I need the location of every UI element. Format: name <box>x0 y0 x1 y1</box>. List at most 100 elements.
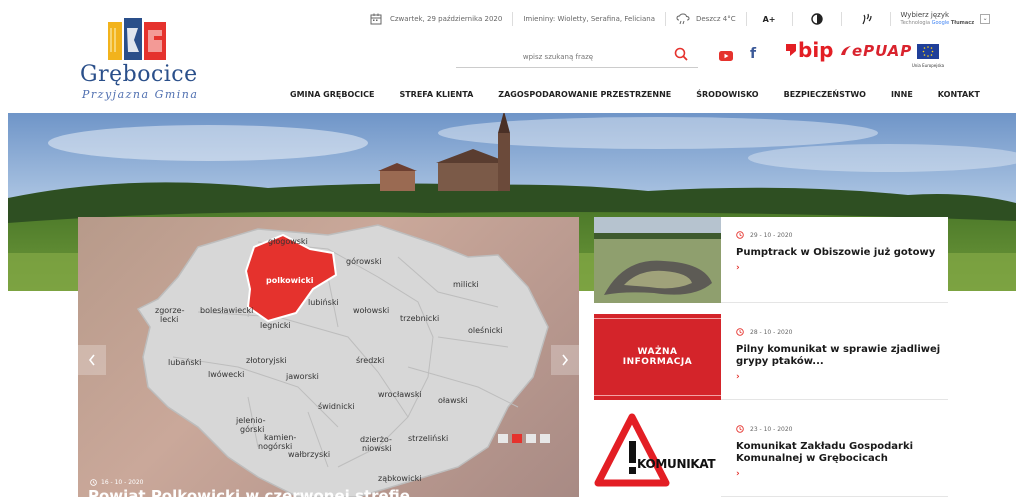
map-label-polkowicki: polkowicki <box>266 276 314 285</box>
slider-dot-4[interactable] <box>540 434 550 443</box>
chevron-right-icon[interactable]: › <box>736 372 740 382</box>
google-brand: Google <box>931 20 950 26</box>
slider-prev-button[interactable] <box>78 345 106 375</box>
rain-cloud-icon <box>676 13 690 25</box>
slider-dot-3[interactable] <box>526 434 536 443</box>
slider-pagination <box>498 434 550 443</box>
map-label-kamiennogorski-1: kamien- <box>264 433 296 442</box>
nameday-text: Imieniny: Wioletty, Serafina, Feliciana <box>523 15 655 23</box>
youtube-icon[interactable] <box>719 51 733 61</box>
tlumacz-brand: Tłumacz <box>950 20 975 26</box>
epuap-text: ePUAP <box>852 42 913 60</box>
news-slider[interactable]: głogowski górowski polkowicki milicki zg… <box>78 217 579 497</box>
slide-date-text: 16 - 10 - 2020 <box>101 479 144 486</box>
nav-item-zagospodarowanie[interactable]: ZAGOSPODAROWANIE PRZESTRZENNE <box>498 90 671 99</box>
contrast-icon[interactable] <box>810 13 823 25</box>
facebook-icon[interactable]: f <box>750 46 756 62</box>
map-label-strzelinski: strzeliński <box>408 434 448 443</box>
news-title[interactable]: Pumptrack w Obiszowie już gotowy <box>736 247 941 259</box>
nav-item-srodowisko[interactable]: ŚRODOWISKO <box>696 90 758 99</box>
map-label-glogowski: głogowski <box>268 237 308 246</box>
map-label-dzierzoniowski-2: niowski <box>362 444 392 453</box>
search-box <box>456 44 698 68</box>
news-date-text: 29 - 10 - 2020 <box>750 231 793 239</box>
map-label-lwowecki: lwówecki <box>208 369 244 379</box>
news-date: 28 - 10 - 2020 <box>736 328 793 336</box>
nav-item-inne[interactable]: INNE <box>891 90 913 99</box>
news-item[interactable]: KOMUNIKAT 23 - 10 - 2020 Komunikat Zakła… <box>594 411 948 497</box>
eu-logo: Unia Europejska <box>908 44 948 68</box>
news-item[interactable]: WAŻNA INFORMACJA 28 - 10 - 2020 Pilny ko… <box>594 314 948 400</box>
language-selector[interactable]: Wybierz język Technologia Google Tłumacz <box>901 11 975 27</box>
news-date: 23 - 10 - 2020 <box>736 425 793 433</box>
chevron-down-icon[interactable]: ⌄ <box>980 14 991 24</box>
epuap-logo[interactable]: ePUAP <box>840 42 912 60</box>
bip-logo[interactable]: bip <box>786 40 834 60</box>
chevron-right-icon <box>562 354 569 366</box>
slider-dot-1[interactable] <box>498 434 508 443</box>
pumptrack-photo <box>594 217 721 303</box>
bip-flag-icon <box>786 44 796 56</box>
map-label-swidnicki: świdnicki <box>318 401 355 411</box>
chevron-right-icon[interactable]: › <box>736 469 740 479</box>
map-label-sredzki: średzki <box>356 355 384 365</box>
map-label-lubanski: lubański <box>168 358 201 367</box>
map-label-lubinski: lubiński <box>308 298 339 307</box>
map-label-olawski: oławski <box>438 396 468 405</box>
nav-item-strefa-klienta[interactable]: STREFA KLIENTA <box>399 90 473 99</box>
news-title[interactable]: Pilny komunikat w sprawie zjadliwej gryp… <box>736 344 941 368</box>
chevron-right-icon[interactable]: › <box>736 263 740 273</box>
eu-flag-icon <box>917 44 939 59</box>
calendar-icon <box>370 13 382 25</box>
news-thumbnail[interactable]: WAŻNA INFORMACJA <box>594 314 721 400</box>
google-translate-credit: Technologia Google Tłumacz <box>901 19 975 27</box>
slide-title[interactable]: Powiat Polkowicki w czerwonej strefie <box>88 487 410 497</box>
map-label-boleslawiecki: bolesławiecki <box>200 306 253 315</box>
thumb-text-wazna: WAŻNA <box>637 347 678 357</box>
clock-icon <box>736 231 744 239</box>
clock-icon <box>90 479 97 486</box>
map-label-walbrzyski: wałbrzyski <box>288 450 330 459</box>
bip-text: bip <box>798 38 834 62</box>
news-date-text: 28 - 10 - 2020 <box>750 328 793 336</box>
warning-triangle-icon <box>594 413 670 487</box>
nav-item-bezpieczenstwo[interactable]: BEZPIECZEŃSTWO <box>784 90 866 99</box>
map-label-milicki: milicki <box>453 280 479 289</box>
slider-dot-2[interactable] <box>512 434 522 443</box>
map-label-zgorzelecki-1: zgorze- <box>155 306 185 315</box>
map-label-zabkowicki: ząbkowicki <box>378 474 421 483</box>
map-label-wroclawski: wrocławski <box>378 390 422 399</box>
news-thumbnail[interactable]: KOMUNIKAT <box>594 411 721 497</box>
eu-text: Unia Europejska <box>911 63 945 68</box>
accessibility-icon[interactable] <box>860 13 872 25</box>
site-logo[interactable]: Grębocice Przyjazna Gmina <box>80 18 200 108</box>
nav-item-kontakt[interactable]: KONTAKT <box>938 90 980 99</box>
news-date-text: 23 - 10 - 2020 <box>750 425 793 433</box>
news-item[interactable]: 29 - 10 - 2020 Pumptrack w Obiszowie już… <box>594 217 948 303</box>
main-navigation: GMINA GRĘBOCICE STREFA KLIENTA ZAGOSPODA… <box>290 90 980 99</box>
clock-icon <box>736 328 744 336</box>
news-title[interactable]: Komunikat Zakładu Gospodarki Komunalnej … <box>736 441 941 465</box>
map-label-jeleniogorski-2: górski <box>240 424 264 434</box>
map-label-wolowski: wołowski <box>353 306 389 315</box>
search-input[interactable] <box>458 46 658 68</box>
news-thumbnail[interactable] <box>594 217 721 303</box>
language-label: Wybierz język <box>900 11 950 19</box>
news-date: 29 - 10 - 2020 <box>736 231 793 239</box>
font-size-button[interactable]: A+ <box>763 15 776 24</box>
chevron-left-icon <box>88 354 95 366</box>
map-label-dzierzoniowski-1: dzierżo- <box>360 435 392 444</box>
map-label-jeleniogorski-1: jelenio- <box>235 416 266 425</box>
logo-slogan: Przyjazna Gmina <box>82 88 199 101</box>
map-label-zlotoryjski: złotoryjski <box>246 356 287 365</box>
nav-item-gmina[interactable]: GMINA GRĘBOCICE <box>290 90 374 99</box>
top-info-bar: Czwartek, 29 października 2020 Imieniny:… <box>370 8 991 30</box>
search-icon[interactable] <box>674 47 688 61</box>
lower-silesia-map: głogowski górowski polkowicki milicki zg… <box>136 224 549 497</box>
clock-icon <box>736 425 744 433</box>
weather-text: Deszcz 4°C <box>695 15 736 23</box>
translate-label: Technologia <box>900 20 931 26</box>
logo-name: Grębocice <box>80 62 198 87</box>
slider-next-button[interactable] <box>551 345 579 375</box>
slide-date: 16 - 10 - 2020 <box>90 479 144 486</box>
